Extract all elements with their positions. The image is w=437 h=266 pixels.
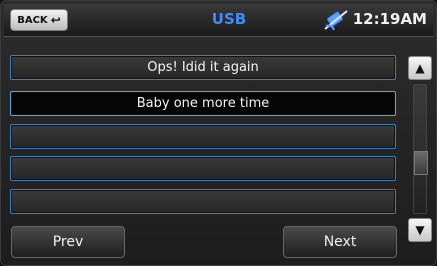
source-title: USB <box>211 10 247 28</box>
next-button[interactable]: Next <box>283 226 397 258</box>
head-unit-screen: BACK ↩ USB 12:19AM Ops! Idid it again Ba… <box>0 0 437 266</box>
scroll-thumb[interactable] <box>414 151 428 175</box>
prev-label: Prev <box>52 234 84 250</box>
track-row[interactable] <box>10 124 396 149</box>
clock: 12:19AM <box>352 10 427 28</box>
track-title: Ops! Idid it again <box>147 60 259 75</box>
track-row[interactable] <box>10 189 396 214</box>
back-label: BACK <box>17 14 48 26</box>
prev-button[interactable]: Prev <box>11 226 125 258</box>
scrollbar[interactable]: ▲ ▼ <box>408 56 432 242</box>
back-arrow-icon: ↩ <box>50 13 61 27</box>
top-bar: BACK ↩ USB 12:19AM <box>4 4 433 37</box>
satellite-icon[interactable] <box>322 6 350 34</box>
track-row[interactable] <box>10 156 396 181</box>
track-row[interactable]: Ops! Idid it again <box>10 55 396 80</box>
scroll-track[interactable] <box>413 84 428 214</box>
up-arrow-icon: ▲ <box>415 61 425 75</box>
next-label: Next <box>323 234 357 250</box>
back-button[interactable]: BACK ↩ <box>10 9 68 31</box>
track-title: Baby one more time <box>136 96 270 111</box>
scroll-up-button[interactable]: ▲ <box>408 56 432 80</box>
scroll-down-button[interactable]: ▼ <box>408 218 432 242</box>
track-row-selected[interactable]: Baby one more time <box>10 91 396 116</box>
down-arrow-icon: ▼ <box>415 223 425 237</box>
